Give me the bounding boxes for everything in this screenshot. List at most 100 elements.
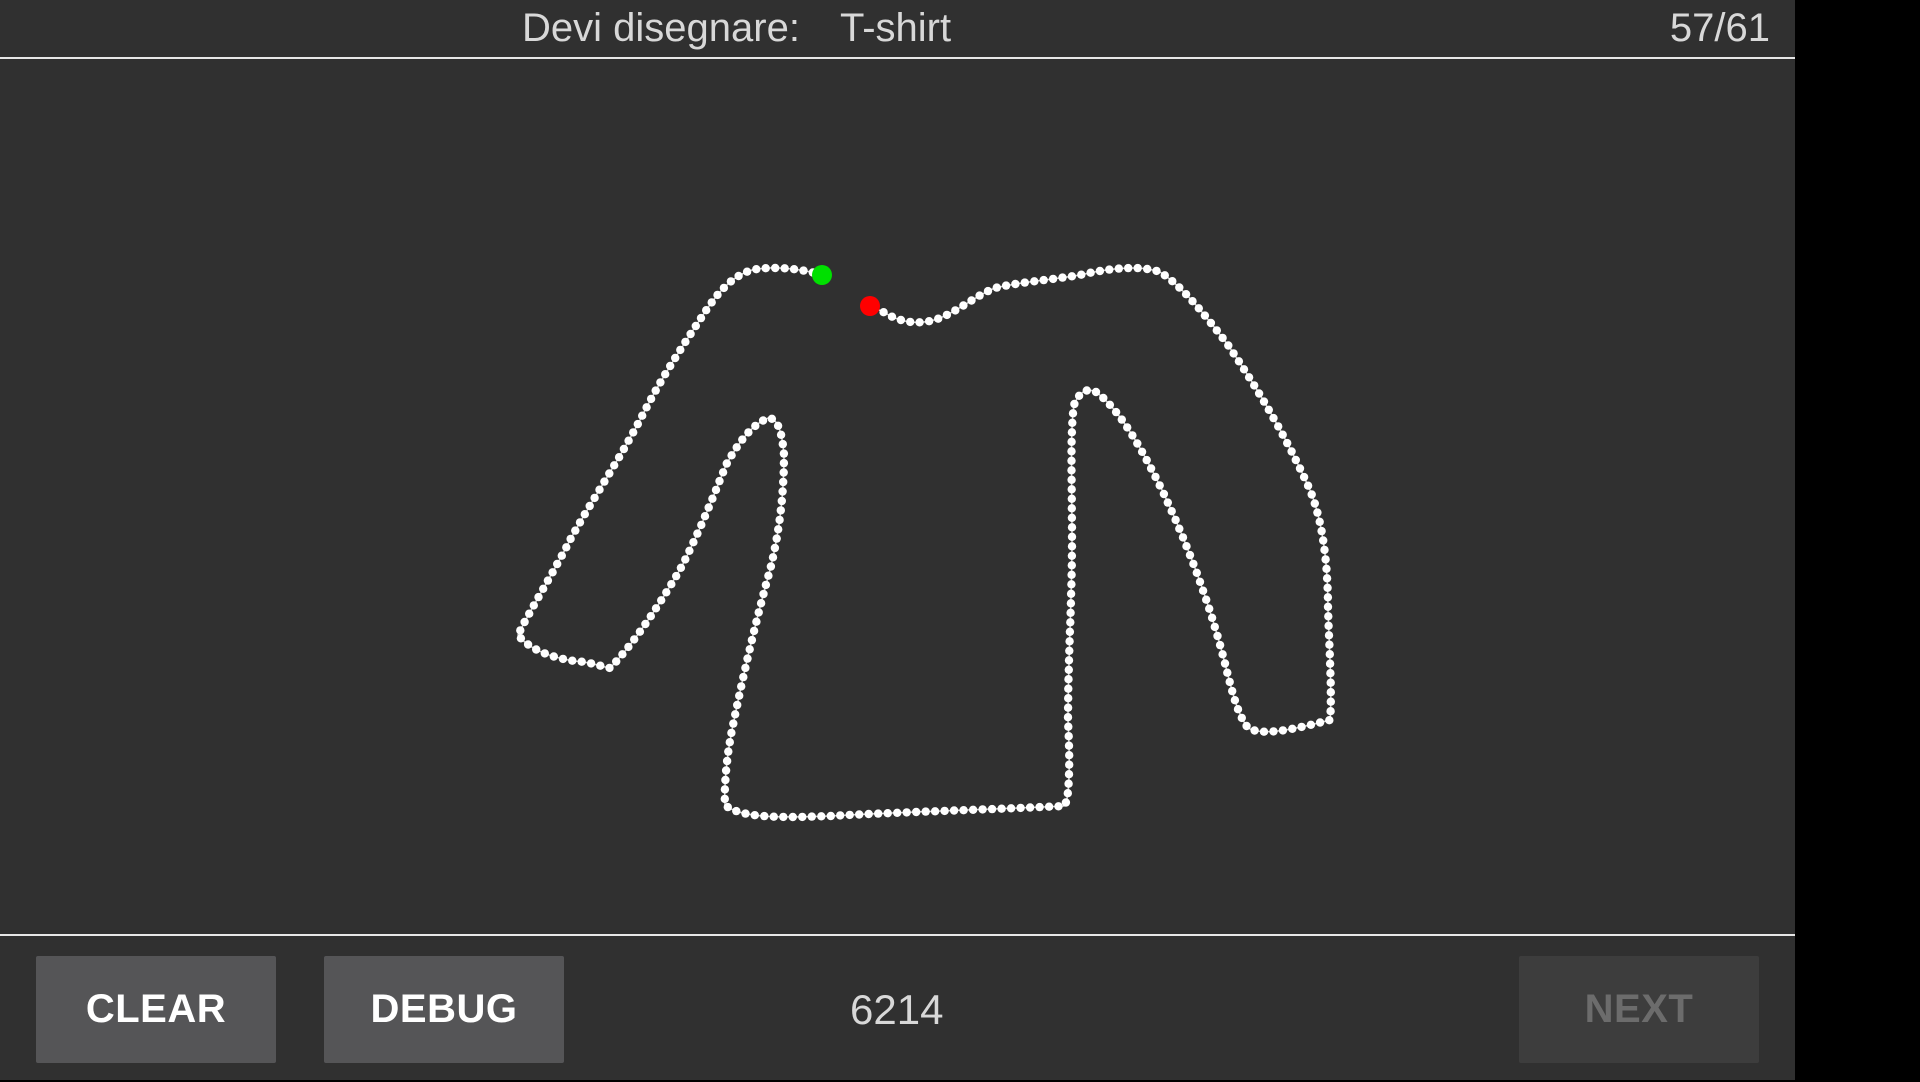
sketch-point — [566, 534, 575, 544]
sketch-point — [1319, 536, 1328, 545]
sketch-point — [798, 812, 807, 822]
sketch-point — [1095, 266, 1105, 276]
sketch-point — [1198, 586, 1208, 595]
sketch-point — [1067, 466, 1076, 475]
sketch-point — [883, 809, 892, 818]
sketch-point — [1287, 447, 1296, 456]
sketch-point — [776, 430, 786, 439]
sketch-point — [1325, 640, 1334, 649]
sketch-point — [959, 301, 968, 310]
sketch-point — [1111, 407, 1121, 417]
sketch-point — [1223, 668, 1232, 677]
sketch-point — [1064, 665, 1074, 674]
sketch-point — [1035, 802, 1044, 812]
clear-button[interactable]: CLEAR — [36, 956, 276, 1063]
sketch-point — [774, 525, 783, 534]
sketch-point — [610, 461, 619, 470]
sketch-point — [727, 728, 736, 738]
sketch-point — [1160, 271, 1170, 280]
sketch-point — [752, 265, 761, 274]
sketch-point — [700, 512, 710, 521]
sketch-point — [1306, 720, 1316, 729]
sketch-point — [1066, 608, 1075, 617]
sketch-point — [1291, 455, 1301, 465]
sketch-point — [662, 588, 671, 597]
sketch-point — [1142, 455, 1151, 465]
sketch-point — [671, 353, 680, 363]
sketch-point — [1168, 277, 1177, 286]
next-button[interactable]: NEXT — [1519, 956, 1759, 1063]
sketch-point — [1067, 428, 1077, 437]
sketch-point — [595, 485, 604, 494]
sketch-point — [1001, 281, 1011, 290]
sketch-point — [553, 559, 562, 569]
sketch-point — [1064, 770, 1074, 779]
sketch-point — [776, 506, 785, 515]
sketch-point — [1066, 589, 1076, 598]
sketch-point — [1067, 494, 1077, 503]
sketch-point — [1321, 555, 1330, 564]
sketch-point — [729, 719, 738, 728]
sketch-point — [1175, 283, 1184, 292]
sketch-point — [666, 361, 675, 371]
sketch-point — [720, 785, 730, 794]
sketch-point — [1025, 803, 1035, 812]
sketch-point — [722, 756, 732, 766]
sketch-point — [1152, 266, 1161, 276]
debug-button[interactable]: DEBUG — [324, 956, 564, 1063]
sketch-point — [1117, 415, 1127, 424]
sketch-point — [585, 501, 594, 511]
sketch-point — [978, 805, 987, 814]
sketch-point — [1064, 684, 1073, 693]
sketch-point — [934, 314, 943, 323]
sketch-point — [1063, 703, 1073, 712]
sketch-point — [520, 617, 529, 627]
sketch-point — [697, 520, 706, 530]
sketch-point — [1315, 718, 1325, 727]
sketch-point — [767, 414, 777, 423]
sketch-point — [624, 642, 633, 652]
sketch-point — [713, 290, 722, 300]
sketch-point — [1295, 464, 1305, 473]
sketch-point — [1283, 438, 1292, 448]
sketch-point — [896, 315, 906, 325]
sketch-point — [1303, 481, 1313, 490]
sketch-point — [1048, 274, 1058, 284]
sketch-point — [779, 458, 789, 468]
sketch-point — [1220, 659, 1230, 668]
sketch-point — [1324, 621, 1333, 630]
sketch-point — [707, 298, 716, 307]
sketch-point — [1326, 688, 1336, 697]
sketch-point — [1182, 542, 1191, 551]
sketch-point — [661, 370, 670, 379]
sketch-point — [719, 283, 729, 293]
drawing-svg — [516, 263, 1336, 822]
sketch-point — [691, 321, 700, 331]
sketch-point — [1322, 564, 1331, 573]
sketch-point — [1128, 431, 1137, 440]
sketch-point — [681, 555, 690, 564]
sketch-point — [1124, 263, 1133, 273]
sketch-point — [1074, 391, 1084, 400]
sketch-point — [721, 775, 730, 785]
sketch-point — [1020, 278, 1029, 287]
sketch-point — [1259, 397, 1269, 406]
sketch-point — [1065, 627, 1075, 636]
sketch-point — [733, 700, 742, 710]
sketch-point — [672, 571, 681, 581]
sketch-point — [1082, 386, 1092, 395]
sketch-point — [1114, 264, 1124, 273]
sketch-point — [1200, 311, 1210, 320]
sketch-point — [1151, 472, 1160, 482]
sketch-point — [651, 604, 661, 613]
sketch-point — [1105, 400, 1115, 409]
sketch-point — [1068, 418, 1077, 427]
sketch-point — [735, 691, 744, 700]
sketch-point — [1064, 656, 1074, 665]
sketch-point — [940, 806, 949, 816]
sketch-point — [726, 277, 736, 286]
sketch-point — [642, 403, 651, 412]
sketch-point — [715, 476, 724, 486]
sketch-point — [1137, 447, 1147, 456]
drawing-canvas[interactable] — [0, 59, 1795, 934]
